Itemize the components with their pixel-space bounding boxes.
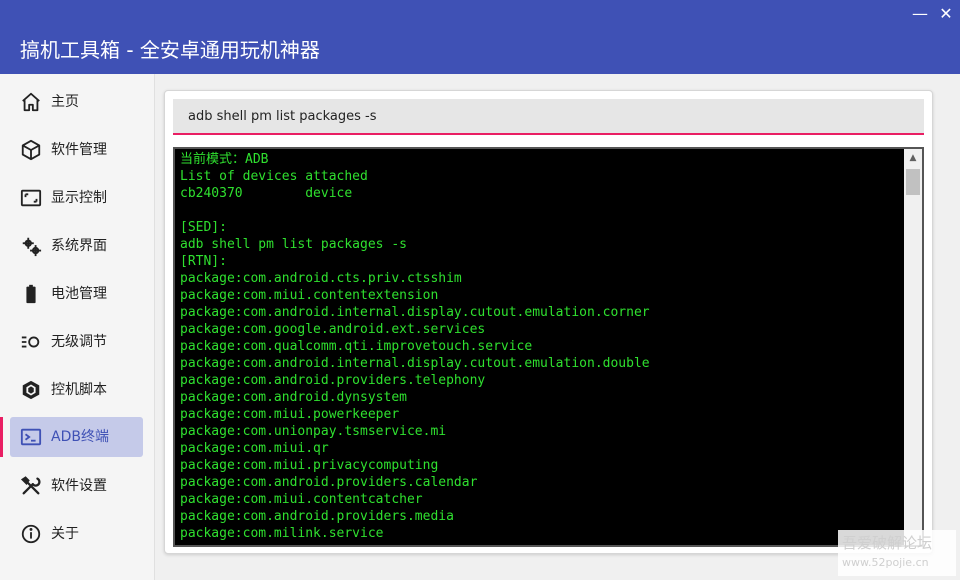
scroll-thumb[interactable] xyxy=(906,169,920,195)
terminal-line: package:com.miui.privacycomputing xyxy=(180,458,439,473)
scroll-up-icon[interactable]: ▲ xyxy=(904,149,922,167)
terminal-scrollbar[interactable]: ▲ xyxy=(904,149,922,545)
terminal-line: package:com.android.internal.display.cut… xyxy=(180,356,650,371)
title-bar: 搞机工具箱 - 全安卓通用玩机神器 — ✕ xyxy=(0,0,960,74)
sidebar-item-label: 显示控制 xyxy=(51,190,107,206)
sidebar-item-system-ui[interactable]: 系统界面 xyxy=(10,226,143,266)
terminal-line: package:com.unionpay.tsmservice.mi xyxy=(180,424,447,439)
sidebar-item-label: 电池管理 xyxy=(51,286,107,302)
gears-icon xyxy=(20,235,42,257)
terminal-line: package:com.android.providers.calendar xyxy=(180,475,478,490)
terminal-line: package:com.qualcomm.qti.improvetouch.se… xyxy=(180,339,533,354)
terminal-lines: 当前模式：ADB List of devices attached cb240370… xyxy=(180,151,900,542)
sidebar-item-adb-terminal[interactable]: ADB终端 xyxy=(10,417,143,457)
sidebar-item-stepless-adjust[interactable]: 无级调节 xyxy=(10,322,143,362)
terminal-line: [RTN]: xyxy=(180,254,227,269)
sidebar-item-display-control[interactable]: 显示控制 xyxy=(10,178,143,218)
sidebar-item-home[interactable]: 主页 xyxy=(10,82,143,122)
terminal-line: List of devices attached xyxy=(180,169,368,184)
minimize-button[interactable]: — xyxy=(910,4,930,24)
home-icon xyxy=(20,91,42,113)
info-icon xyxy=(20,523,42,545)
terminal-line: package:com.android.providers.telephony xyxy=(180,373,486,388)
adb-terminal-panel: 当前模式：ADB List of devices attached cb240370… xyxy=(164,90,933,554)
sidebar-item-label: 控机脚本 xyxy=(51,382,107,398)
terminal-line: adb shell pm list packages -s xyxy=(180,237,407,252)
screen-icon xyxy=(20,187,42,209)
command-input-box xyxy=(173,99,924,135)
sidebar-item-label: 主页 xyxy=(51,94,79,110)
sidebar: 主页 软件管理 显示控制 系统界面 电池管理 无级调节 控机脚本 ADB终端 软… xyxy=(0,74,155,580)
terminal-output[interactable]: 当前模式：ADB List of devices attached cb240370… xyxy=(173,147,924,547)
sidebar-item-label: 软件管理 xyxy=(51,142,107,158)
hexagon-icon xyxy=(20,379,42,401)
terminal-line: package:com.miui.qr xyxy=(180,441,329,456)
sidebar-item-software-manage[interactable]: 软件管理 xyxy=(10,130,143,170)
close-button[interactable]: ✕ xyxy=(936,4,956,24)
sidebar-item-label: 关于 xyxy=(51,526,79,542)
sidebar-item-control-script[interactable]: 控机脚本 xyxy=(10,370,143,410)
battery-icon xyxy=(20,283,42,305)
terminal-line: package:com.milink.service xyxy=(180,526,384,541)
terminal-icon xyxy=(20,426,42,448)
sidebar-item-label: ADB终端 xyxy=(51,429,109,445)
terminal-line: package:com.android.providers.media xyxy=(180,509,454,524)
terminal-line: 当前模式：ADB xyxy=(180,152,269,167)
terminal-line: [SED]: xyxy=(180,220,227,235)
window-title: 搞机工具箱 - 全安卓通用玩机神器 xyxy=(20,38,320,62)
sidebar-item-about[interactable]: 关于 xyxy=(10,514,143,554)
sidebar-item-label: 软件设置 xyxy=(51,478,107,494)
terminal-line: package:com.android.dynsystem xyxy=(180,390,407,405)
watermark: 吾爱破解论坛 www.52pojie.cn xyxy=(838,530,956,576)
terminal-line: package:com.android.internal.display.cut… xyxy=(180,305,650,320)
package-icon xyxy=(20,139,42,161)
terminal-line: package:com.google.android.ext.services xyxy=(180,322,486,337)
terminal-line: package:com.miui.contentextension xyxy=(180,288,439,303)
terminal-line: package:com.miui.contentcatcher xyxy=(180,492,423,507)
brightness-icon xyxy=(20,331,42,353)
watermark-line1: 吾爱破解论坛 xyxy=(842,534,933,552)
terminal-line: package:com.android.cts.priv.ctsshim xyxy=(180,271,462,286)
sidebar-item-battery[interactable]: 电池管理 xyxy=(10,274,143,314)
watermark-line2: www.52pojie.cn xyxy=(842,556,929,569)
command-input[interactable] xyxy=(173,99,924,133)
terminal-line: package:com.miui.powerkeeper xyxy=(180,407,400,422)
active-indicator xyxy=(0,417,3,457)
tools-icon xyxy=(20,475,42,497)
sidebar-item-settings[interactable]: 软件设置 xyxy=(10,466,143,506)
terminal-line: cb240370 device xyxy=(180,186,353,201)
sidebar-item-label: 无级调节 xyxy=(51,334,107,350)
sidebar-item-label: 系统界面 xyxy=(51,238,107,254)
